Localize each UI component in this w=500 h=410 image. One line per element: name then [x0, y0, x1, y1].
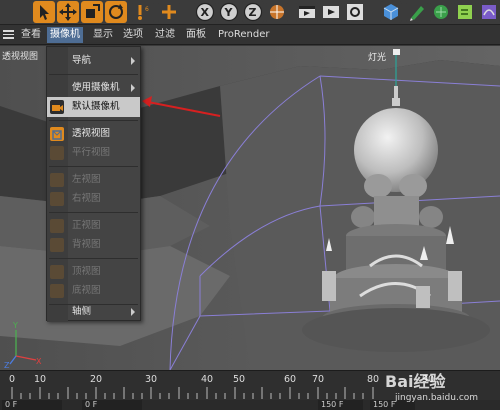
camera-menu: 导航 使用摄像机 默认摄像机 透视视图 平行视图 左视图 右视图 正视图 背视图…: [46, 46, 141, 322]
tick-label: 30: [145, 374, 158, 385]
menu-options[interactable]: 选项: [123, 27, 143, 43]
menu-item-bottom-view[interactable]: 底视图: [47, 281, 140, 301]
bottom-view-icon: [50, 284, 64, 298]
menu-separator: [49, 74, 138, 75]
submenu-arrow-icon: [131, 84, 135, 92]
rotate-icon[interactable]: [105, 1, 127, 23]
x-axis-icon[interactable]: X: [194, 1, 216, 23]
menu-item-label: 左视图: [72, 174, 101, 185]
select-icon[interactable]: [33, 1, 55, 23]
tick-label: 20: [90, 374, 103, 385]
menu-item-label: 导航: [72, 55, 92, 66]
menu-item-top-view[interactable]: 顶视图: [47, 262, 140, 282]
add-icon[interactable]: [158, 1, 180, 23]
menu-item-label: 透视视图: [72, 128, 111, 139]
menu-item-navigation[interactable]: 导航: [47, 51, 140, 71]
render-view-icon[interactable]: [296, 1, 318, 23]
menu-item-left-view[interactable]: 左视图: [47, 170, 140, 190]
menu-item-front-view[interactable]: 正视图: [47, 216, 140, 236]
light-label: 灯光: [368, 53, 387, 63]
svg-text:X: X: [36, 357, 42, 366]
back-view-icon: [50, 238, 64, 252]
menu-panel[interactable]: 面板: [186, 27, 206, 43]
menu-prorender[interactable]: ProRender: [218, 27, 269, 43]
recent-tools-icon[interactable]: 6: [132, 1, 154, 23]
svg-text:Z: Z: [249, 6, 257, 19]
tick-label: 40: [201, 374, 214, 385]
menu-item-axonometric[interactable]: 轴侧: [47, 302, 140, 322]
hamburger-icon[interactable]: [3, 30, 14, 39]
menu-item-label: 正视图: [72, 220, 101, 231]
menu-separator: [49, 258, 138, 259]
front-view-icon: [50, 219, 64, 233]
menu-separator: [49, 166, 138, 167]
svg-text:X: X: [201, 6, 210, 19]
tick-label: 80: [367, 374, 380, 385]
menu-item-default-camera[interactable]: 默认摄像机: [47, 97, 140, 117]
render-picture-icon[interactable]: [320, 1, 342, 23]
menu-item-use-camera[interactable]: 使用摄像机: [47, 78, 140, 98]
menu-item-back-view[interactable]: 背视图: [47, 235, 140, 255]
start-frame-field[interactable]: 0 F: [2, 400, 62, 410]
y-axis-icon[interactable]: Y: [218, 1, 240, 23]
max-frame-field[interactable]: 150 F: [318, 400, 363, 410]
subdivide-icon[interactable]: [430, 1, 452, 23]
svg-text:Z: Z: [4, 361, 10, 370]
cinema4d-window: 6 X Y Z 查看 摄像机 显示 选项 过滤 面板 ProRender Y X…: [0, 0, 500, 410]
move-icon[interactable]: [57, 1, 79, 23]
menu-filter[interactable]: 过滤: [155, 27, 175, 43]
coordinate-icon[interactable]: [266, 1, 288, 23]
z-axis-icon[interactable]: Z: [242, 1, 264, 23]
tick-label: 60: [284, 374, 297, 385]
menu-item-parallel[interactable]: 平行视图: [47, 143, 140, 163]
svg-text:6: 6: [145, 6, 149, 13]
menu-separator: [49, 212, 138, 213]
deformer-icon[interactable]: [478, 1, 500, 23]
menu-item-perspective[interactable]: 透视视图: [47, 124, 140, 144]
menu-item-label: 默认摄像机: [72, 101, 120, 112]
parallel-icon: [50, 146, 64, 160]
perspective-icon: [50, 127, 64, 141]
left-view-icon: [50, 173, 64, 187]
menu-separator: [49, 120, 138, 121]
viewport-menubar: 查看 摄像机 显示 选项 过滤 面板 ProRender: [0, 25, 500, 45]
menu-item-label: 背视图: [72, 239, 101, 250]
menu-view[interactable]: 查看: [21, 27, 41, 43]
tick-label: 70: [312, 374, 325, 385]
svg-text:Y: Y: [224, 6, 234, 19]
main-toolbar: 6 X Y Z: [0, 0, 500, 25]
tick-label: 0: [9, 374, 16, 385]
submenu-arrow-icon: [131, 57, 135, 65]
menu-item-label: 平行视图: [72, 147, 111, 158]
viewport-label: 透视视图: [2, 52, 39, 62]
cloner-icon[interactable]: [454, 1, 476, 23]
top-view-icon: [50, 265, 64, 279]
submenu-arrow-icon: [131, 308, 135, 316]
menu-item-label: 顶视图: [72, 266, 101, 277]
camera-icon: [50, 100, 64, 114]
pen-icon[interactable]: [406, 1, 428, 23]
menu-item-label: 使用摄像机: [72, 82, 120, 93]
watermark-url: jingyan.baidu.com: [395, 393, 479, 403]
tick-label: 50: [233, 374, 246, 385]
menu-item-right-view[interactable]: 右视图: [47, 189, 140, 209]
scale-icon[interactable]: [81, 1, 103, 23]
right-view-icon: [50, 192, 64, 206]
render-settings-icon[interactable]: [344, 1, 366, 23]
menu-camera[interactable]: 摄像机: [47, 27, 83, 43]
tick-label: 10: [34, 374, 47, 385]
min-frame-field[interactable]: 0 F: [82, 400, 142, 410]
menu-display[interactable]: 显示: [93, 27, 113, 43]
menu-item-label: 底视图: [72, 285, 101, 296]
watermark-brand: Bai经验: [385, 372, 446, 391]
svg-text:Y: Y: [12, 321, 18, 330]
menu-item-label: 右视图: [72, 193, 101, 204]
menu-item-label: 轴侧: [72, 306, 92, 317]
cube-icon[interactable]: [380, 1, 402, 23]
